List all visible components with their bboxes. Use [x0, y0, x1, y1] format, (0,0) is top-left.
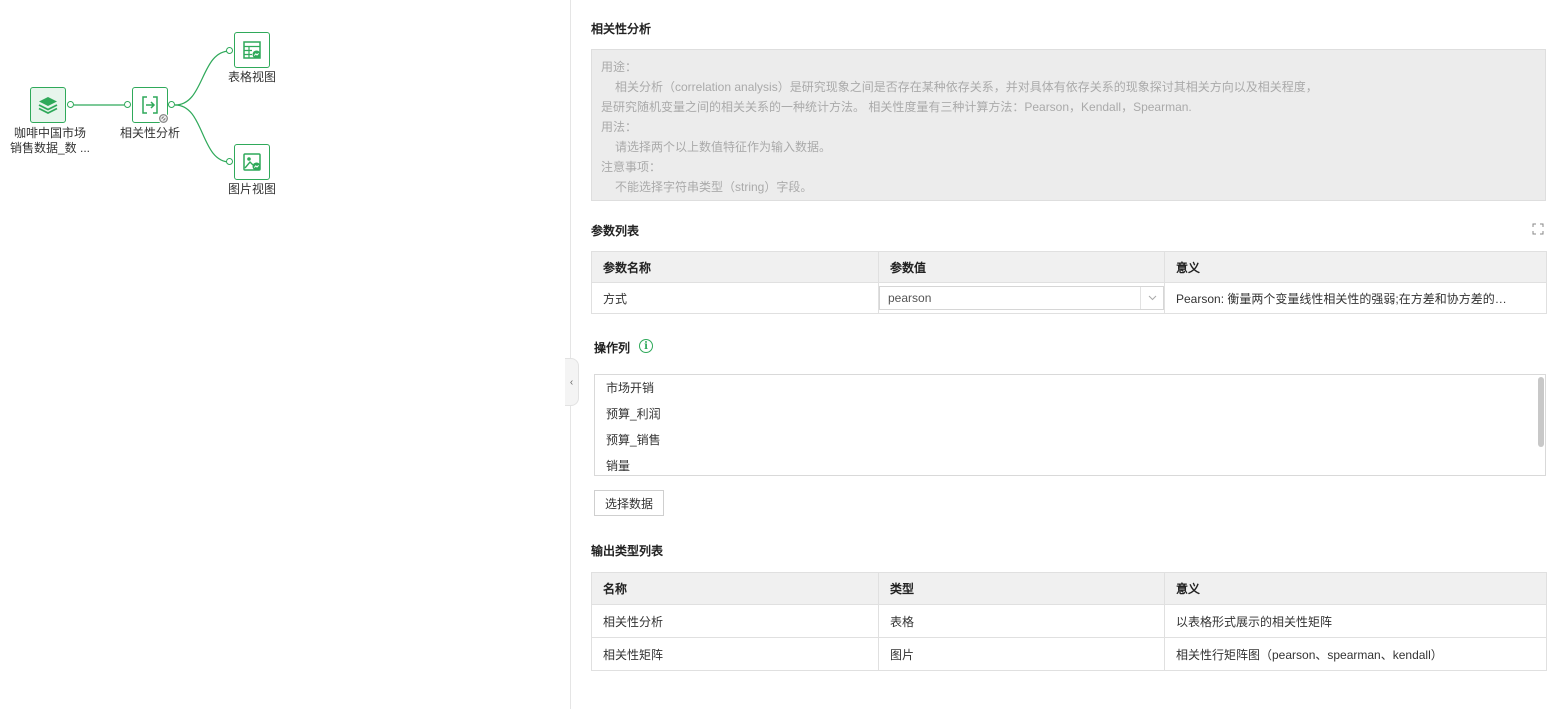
disabled-status-icon — [158, 113, 169, 124]
table-row: 方式 pearson Pearson: 衡量两个变量线性相关性的强弱;在方差和协… — [591, 282, 1547, 314]
output-name-cell: 相关性矩阵 — [591, 637, 879, 671]
workflow-canvas[interactable]: 咖啡中国市场 销售数据_数 ... 相关性分析 表格视图 图片视图 — [0, 0, 570, 709]
outputs-header-meaning: 意义 — [1164, 572, 1547, 605]
node-source-label: 咖啡中国市场 销售数据_数 ... — [9, 126, 90, 155]
description-box: 用途： 相关分析（correlation analysis）是研究现象之间是否存… — [591, 49, 1546, 201]
list-item[interactable]: 市场开销 — [595, 375, 1545, 401]
output-type-cell: 图片 — [878, 637, 1165, 671]
param-name-cell: 方式 — [591, 282, 879, 314]
correlation-input-port[interactable] — [124, 101, 131, 108]
image-chart-icon — [243, 153, 261, 171]
node-source-data[interactable] — [30, 87, 66, 123]
table-chart-icon — [243, 41, 261, 59]
table-view-input-port[interactable] — [226, 47, 233, 54]
param-meaning-cell: Pearson: 衡量两个变量线性相关性的强弱;在方差和协方差的… — [1164, 282, 1547, 314]
select-data-button[interactable]: 选择数据 — [594, 490, 664, 516]
outputs-header-type: 类型 — [878, 572, 1165, 605]
output-name-cell: 相关性分析 — [591, 604, 879, 638]
list-item[interactable]: 预算_销售 — [595, 427, 1545, 453]
method-select[interactable]: pearson — [879, 286, 1164, 310]
param-value-cell: pearson — [878, 282, 1165, 314]
notes-line: 不能选择字符串类型（string）字段。 — [615, 180, 813, 194]
node-image-view[interactable] — [234, 144, 270, 180]
collapse-panel-button[interactable]: ‹ — [565, 358, 579, 406]
correlation-output-port[interactable] — [168, 101, 175, 108]
panel-title: 相关性分析 — [591, 22, 652, 36]
method-select-value: pearson — [888, 291, 932, 305]
notes-heading: 注意事项： — [601, 160, 662, 174]
output-type-cell: 表格 — [878, 604, 1165, 638]
method-line: 请选择两个以上数值特征作为输入数据。 — [615, 140, 832, 154]
source-output-port[interactable] — [67, 101, 74, 108]
usage-heading: 用途： — [601, 60, 638, 74]
chevron-left-icon: ‹ — [569, 376, 574, 388]
panel-divider — [570, 0, 571, 709]
list-item[interactable]: 销量 — [595, 453, 1545, 475]
params-header-row: 参数名称 参数值 意义 — [591, 251, 1547, 283]
table-row: 相关性分析 表格 以表格形式展示的相关性矩阵 — [591, 604, 1547, 638]
params-table: 参数名称 参数值 意义 方式 pearson Pearson: 衡量两个变量线性… — [591, 251, 1547, 314]
outputs-table: 名称 类型 意义 相关性分析 表格 以表格形式展示的相关性矩阵 相关性矩阵 图片… — [591, 572, 1547, 671]
node-image-view-label: 图片视图 — [227, 182, 276, 196]
node-table-view[interactable] — [234, 32, 270, 68]
outputs-header-name: 名称 — [591, 572, 879, 605]
list-item[interactable]: 预算_利润 — [595, 401, 1545, 427]
layers-icon — [38, 97, 58, 115]
workflow-edges — [74, 50, 231, 163]
usage-line-2: 是研究随机变量之间的相关关系的一种统计方法。 相关性度量有三种计算方法：Pear… — [601, 100, 1192, 114]
output-meaning-cell: 以表格形式展示的相关性矩阵 — [1164, 604, 1547, 638]
params-title: 参数列表 — [591, 224, 640, 238]
params-header-meaning: 意义 — [1164, 251, 1547, 283]
params-header-value: 参数值 — [878, 251, 1165, 283]
params-header-name: 参数名称 — [591, 251, 879, 283]
output-meaning-cell: 相关性行矩阵图（pearson、spearman、kendall） — [1164, 637, 1547, 671]
fullscreen-icon[interactable] — [1532, 223, 1544, 235]
outputs-title: 输出类型列表 — [591, 544, 664, 558]
node-correlation-label: 相关性分析 — [119, 126, 180, 140]
node-table-view-label: 表格视图 — [227, 70, 276, 84]
outputs-header-row: 名称 类型 意义 — [591, 572, 1547, 605]
method-heading: 用法： — [601, 120, 638, 134]
columns-title: 操作列 — [594, 341, 631, 355]
column-list[interactable]: 市场开销 预算_利润 预算_销售 销量 — [594, 374, 1546, 476]
list-scrollbar[interactable] — [1538, 377, 1544, 447]
image-view-input-port[interactable] — [226, 158, 233, 165]
correlation-icon — [142, 96, 158, 114]
table-row: 相关性矩阵 图片 相关性行矩阵图（pearson、spearman、kendal… — [591, 637, 1547, 671]
info-icon[interactable]: i — [639, 339, 653, 353]
chevron-down-icon — [1140, 287, 1163, 309]
usage-line-1: 相关分析（correlation analysis）是研究现象之间是否存在某种依… — [615, 80, 1318, 94]
